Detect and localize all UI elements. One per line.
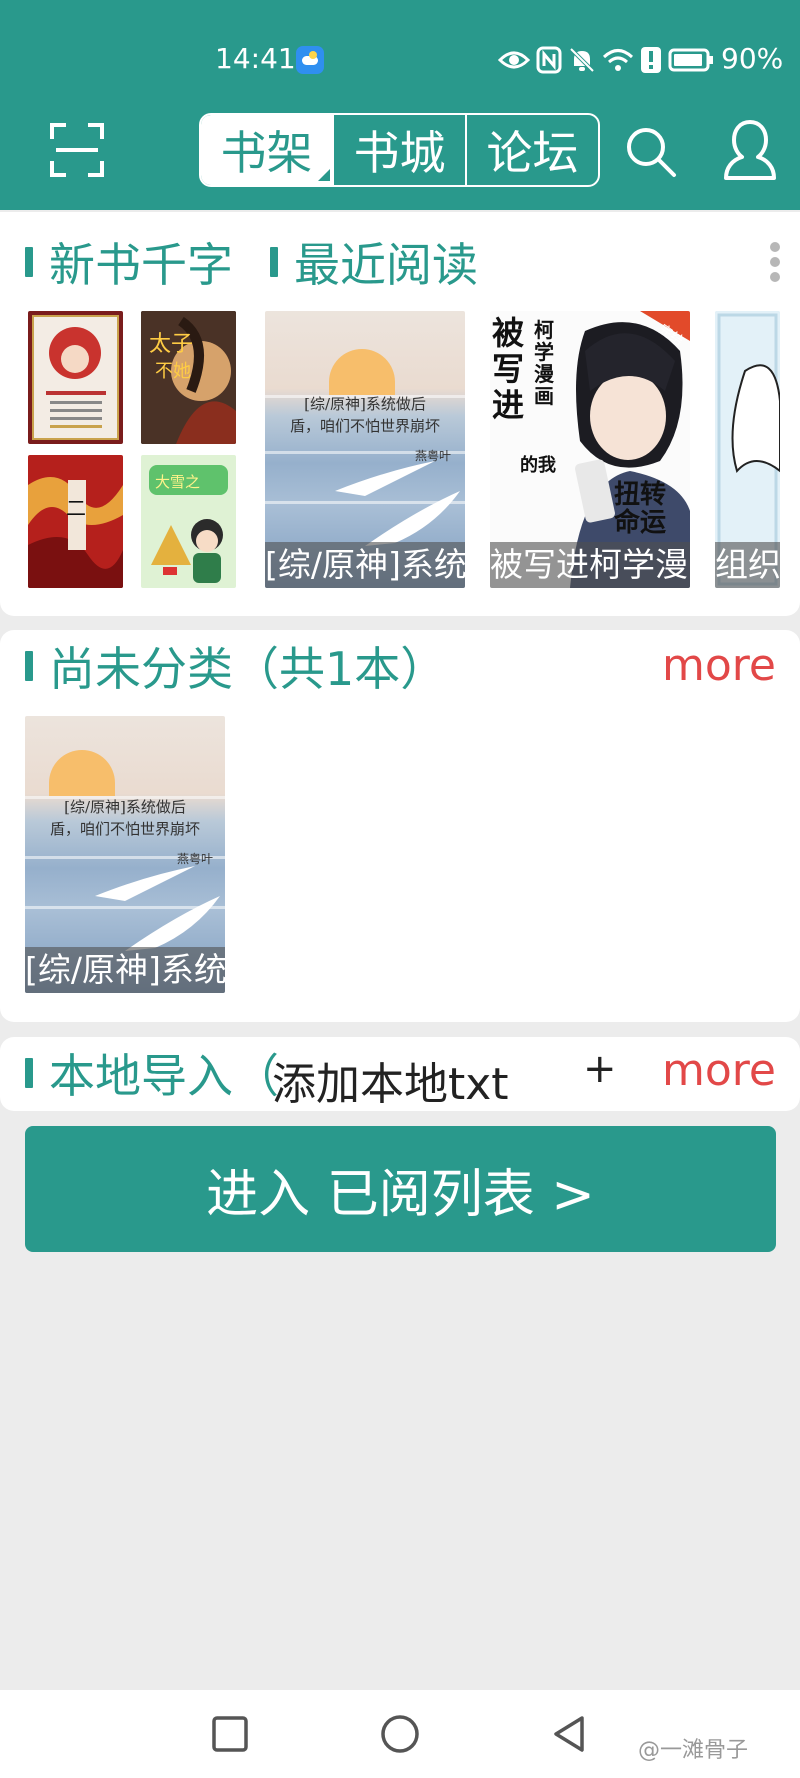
section-title: 最近阅读 — [294, 238, 478, 292]
profile-icon[interactable] — [722, 118, 778, 182]
new-book-cover[interactable]: 大雪之 — [141, 455, 236, 588]
book-cover-art: 二 — [28, 455, 123, 588]
cover-text: 盾，咱们不怕世界崩坏 — [49, 820, 200, 838]
book-title-label: 被写进柯学漫 — [490, 542, 690, 588]
scan-icon[interactable] — [50, 123, 104, 177]
section-marker — [25, 651, 33, 681]
recent-book-cover[interactable]: [综/原神]系统做后 盾，咱们不怕世界崩坏 燕粤叶 [综/原神]系统 — [265, 311, 465, 588]
cover-title-art: 被写进 — [492, 314, 525, 424]
section-title: 本地导入（ — [49, 1049, 279, 1103]
add-local-txt-link[interactable]: 添加本地txt — [272, 1048, 509, 1112]
recent-book-cover[interactable]: 完结 被写进 柯学漫画 的我 扭转命运 被写进柯学漫 — [490, 311, 690, 588]
cover-title-art: 太子 — [149, 332, 193, 357]
cover-subtitle-art: 柯学漫画 — [534, 318, 554, 408]
top-tabs: 书架 书城 论坛 — [199, 113, 600, 187]
battery-icon — [668, 48, 713, 72]
book-title-label: [综/原神]系统 — [25, 947, 225, 993]
tab-forum[interactable]: 论坛 — [465, 115, 598, 185]
nfc-icon — [536, 46, 562, 74]
book-cover-art: 太子 不她 — [141, 311, 236, 444]
cover-text: 盾，咱们不怕世界崩坏 — [289, 417, 440, 435]
cover-slogan-art: 扭转命运 — [614, 480, 667, 538]
recent-reading-card: 新书千字 最近阅读 太子 不她 二 大雪之 [综/原神]系统做后 盾，咱们不怕世… — [0, 212, 800, 616]
section-marker — [25, 1058, 33, 1088]
section-local-import: 本地导入（ — [25, 1045, 279, 1103]
svg-text:不她: 不她 — [155, 361, 191, 382]
home-icon[interactable] — [378, 1712, 422, 1756]
section-uncategorized: 尚未分类（共1本） — [25, 638, 446, 696]
more-link-local-import[interactable]: more — [662, 1045, 776, 1096]
book-title-label: 组织 — [715, 542, 780, 588]
cover-sun — [329, 349, 395, 395]
section-title: 新书千字 — [49, 238, 233, 292]
uncategorized-card: 尚未分类（共1本） more [综/原神]系统做后 盾，咱们不怕世界崩坏 燕粤叶… — [0, 630, 800, 1022]
book-cover-art: 大雪之 — [141, 455, 236, 588]
recent-book-cover[interactable]: 组织 — [715, 311, 780, 588]
book-cover-art — [32, 315, 119, 440]
cover-sun — [49, 750, 115, 796]
alert-icon — [641, 47, 661, 73]
eye-icon — [498, 51, 530, 69]
seagull-icon — [335, 461, 460, 546]
add-local-txt-plus[interactable]: + — [583, 1046, 617, 1092]
tab-bookshelf[interactable]: 书架 — [201, 115, 332, 185]
svg-text:二: 二 — [66, 496, 86, 520]
watermark: @一滩骨子 — [638, 1738, 749, 1763]
cover-text: [综/原神]系统做后 — [64, 798, 186, 816]
mute-bell-icon — [569, 47, 595, 73]
svg-text:大雪之: 大雪之 — [155, 473, 200, 491]
system-nav-bar: @一滩骨子 — [0, 1690, 800, 1778]
cover-subtitle-art: 的我 — [520, 455, 556, 476]
seagull-icon — [95, 866, 220, 951]
new-book-cover[interactable]: 二 — [28, 455, 123, 588]
recent-apps-icon[interactable] — [208, 1712, 252, 1756]
status-icons — [498, 38, 714, 82]
weather-icon — [296, 46, 324, 74]
uncategorized-book-cover[interactable]: [综/原神]系统做后 盾，咱们不怕世界崩坏 燕粤叶 [综/原神]系统 — [25, 716, 225, 993]
top-app-bar: 14:41 90% 书架 书城 论坛 — [0, 0, 800, 210]
tab-bookstore[interactable]: 书城 — [332, 115, 465, 185]
new-book-cover[interactable]: 太子 不她 — [141, 311, 236, 444]
cover-text: [综/原神]系统做后 — [304, 395, 426, 413]
status-bar: 14:41 90% — [0, 38, 800, 82]
book-title-label: [综/原神]系统 — [265, 542, 465, 588]
section-marker — [25, 247, 33, 277]
more-link-uncategorized[interactable]: more — [662, 640, 776, 691]
status-time: 14:41 — [215, 42, 296, 75]
search-icon[interactable] — [622, 123, 678, 179]
section-marker — [270, 247, 278, 277]
section-recent[interactable]: 最近阅读 — [270, 234, 478, 292]
section-title: 尚未分类（共1本） — [49, 642, 447, 696]
back-icon[interactable] — [548, 1712, 592, 1756]
section-new-books[interactable]: 新书千字 — [25, 234, 233, 292]
battery-percent: 90% — [721, 42, 784, 75]
more-options-icon[interactable] — [768, 242, 782, 284]
wifi-icon — [602, 49, 634, 71]
enter-read-list-button[interactable]: 进入 已阅列表 > — [25, 1126, 776, 1252]
new-book-cover[interactable] — [28, 311, 123, 444]
